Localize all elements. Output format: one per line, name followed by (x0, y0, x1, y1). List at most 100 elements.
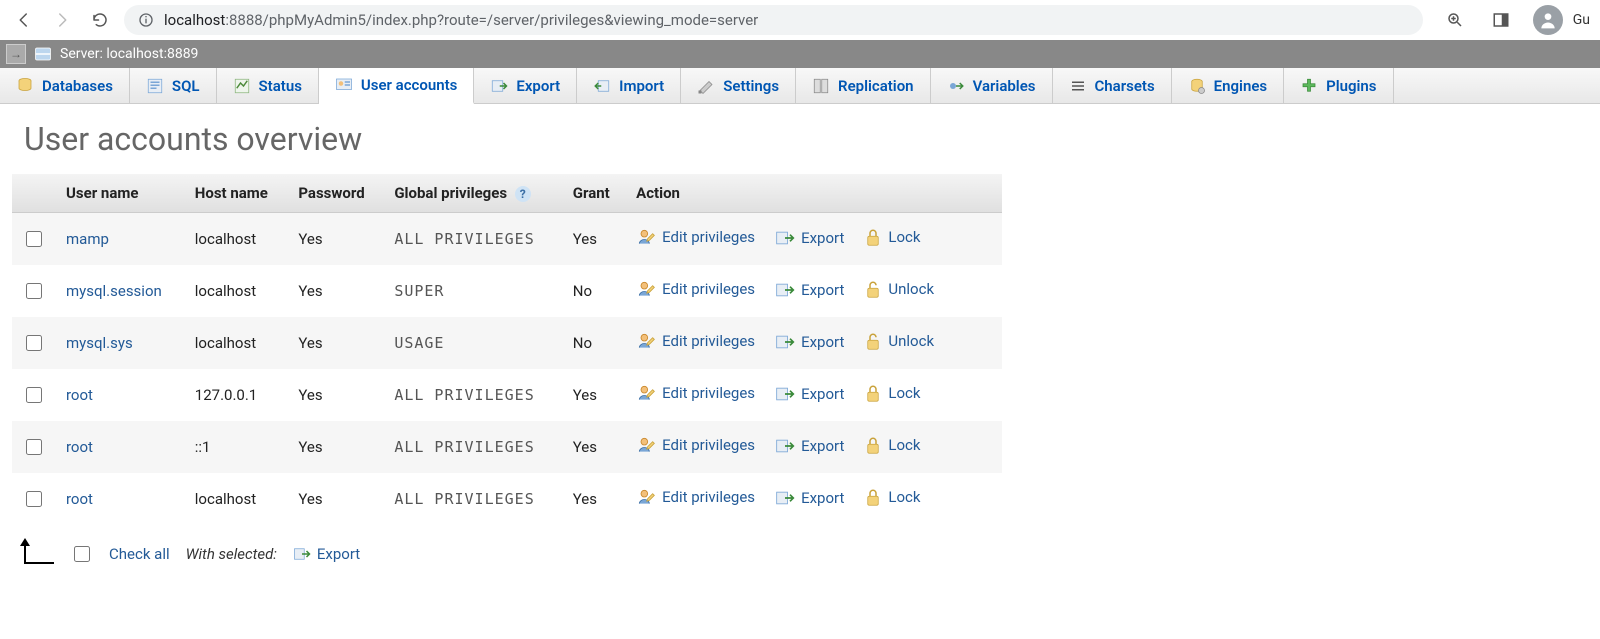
grant-cell: Yes (563, 473, 626, 525)
username-link[interactable]: mamp (66, 230, 109, 248)
sql-icon (146, 77, 164, 95)
export-icon (775, 229, 795, 247)
lock-user-link[interactable]: Lock (864, 383, 920, 403)
check-all-link[interactable]: Check all (109, 545, 170, 563)
server-label[interactable]: Server: localhost:8889 (60, 46, 198, 62)
help-icon[interactable]: ? (515, 186, 531, 202)
zoom-icon[interactable] (1441, 6, 1469, 34)
tab-variables[interactable]: Variables (931, 68, 1053, 103)
edit-privileges-link[interactable]: Edit privileges (636, 435, 755, 455)
col-grant[interactable]: Grant (563, 174, 626, 213)
tab-engines[interactable]: Engines (1172, 68, 1284, 103)
tab-plugins[interactable]: Plugins (1284, 68, 1393, 103)
username-link[interactable]: root (66, 490, 93, 508)
server-icon (34, 46, 52, 62)
export-user-link[interactable]: Export (775, 385, 844, 403)
row-checkbox[interactable] (26, 387, 42, 403)
check-all-checkbox[interactable] (74, 546, 90, 562)
edit-privileges-link[interactable]: Edit privileges (636, 331, 755, 351)
collapse-button[interactable]: → (6, 44, 26, 64)
export-user-link[interactable]: Export (775, 229, 844, 247)
row-checkbox[interactable] (26, 231, 42, 247)
tab-charsets[interactable]: Charsets (1053, 68, 1172, 103)
import-icon (593, 77, 611, 95)
export-icon (775, 333, 795, 351)
username-link[interactable]: root (66, 438, 93, 456)
privileges-cell: USAGE (384, 317, 562, 369)
export-icon (775, 385, 795, 403)
col-privileges[interactable]: Global privileges ? (384, 174, 562, 213)
row-checkbox[interactable] (26, 283, 42, 299)
settings-icon (697, 77, 715, 95)
privileges-cell: ALL PRIVILEGES (384, 473, 562, 525)
variables-icon (947, 77, 965, 95)
edit-privileges-icon (636, 279, 656, 299)
col-username[interactable]: User name (56, 174, 185, 213)
edit-privileges-link[interactable]: Edit privileges (636, 227, 755, 247)
table-row: root::1YesALL PRIVILEGESYesEdit privileg… (12, 421, 1002, 473)
row-checkbox[interactable] (26, 335, 42, 351)
edit-privileges-icon (636, 227, 656, 247)
col-checkbox (12, 174, 56, 213)
bulk-action-bar: Check all With selected: Export (24, 543, 1600, 565)
grant-cell: Yes (563, 369, 626, 421)
password-cell: Yes (288, 369, 384, 421)
url-bar[interactable]: localhost:8888/phpMyAdmin5/index.php?rou… (124, 5, 1423, 35)
lock-user-link[interactable]: Lock (864, 227, 920, 247)
lock-user-link[interactable]: Lock (864, 435, 920, 455)
lock-icon (864, 435, 882, 455)
side-panel-icon[interactable] (1487, 6, 1515, 34)
username-link[interactable]: mysql.sys (66, 334, 133, 352)
reload-button[interactable] (86, 6, 114, 34)
site-info-icon[interactable] (138, 12, 154, 28)
tab-databases[interactable]: Databases (0, 68, 130, 103)
table-row: mysql.sessionlocalhostYesSUPERNoEdit pri… (12, 265, 1002, 317)
edit-privileges-link[interactable]: Edit privileges (636, 383, 755, 403)
col-password[interactable]: Password (288, 174, 384, 213)
edit-privileges-link[interactable]: Edit privileges (636, 487, 755, 507)
lock-user-link[interactable]: Lock (864, 487, 920, 507)
row-checkbox[interactable] (26, 439, 42, 455)
username-link[interactable]: mysql.session (66, 282, 162, 300)
status-icon (233, 77, 251, 95)
password-cell: Yes (288, 421, 384, 473)
bulk-export-link[interactable]: Export (293, 545, 360, 563)
row-checkbox[interactable] (26, 491, 42, 507)
export-icon (490, 77, 508, 95)
username-link[interactable]: root (66, 386, 93, 404)
top-tabs: Databases SQL Status User accounts Expor… (0, 68, 1600, 104)
unlock-user-link[interactable]: Unlock (864, 331, 934, 351)
tab-replication[interactable]: Replication (796, 68, 931, 103)
unlock-user-link[interactable]: Unlock (864, 279, 934, 299)
tab-status[interactable]: Status (217, 68, 319, 103)
export-icon (775, 437, 795, 455)
tab-export[interactable]: Export (474, 68, 577, 103)
password-cell: Yes (288, 213, 384, 266)
page-title: User accounts overview (24, 120, 1600, 158)
export-user-link[interactable]: Export (775, 437, 844, 455)
export-icon (293, 546, 311, 562)
profile-avatar[interactable] (1533, 5, 1563, 35)
tab-sql[interactable]: SQL (130, 68, 217, 103)
grant-cell: Yes (563, 213, 626, 266)
export-user-link[interactable]: Export (775, 281, 844, 299)
export-icon (775, 281, 795, 299)
charsets-icon (1069, 77, 1087, 95)
export-user-link[interactable]: Export (775, 333, 844, 351)
export-user-link[interactable]: Export (775, 489, 844, 507)
grant-cell: No (563, 265, 626, 317)
host-cell: localhost (185, 265, 289, 317)
host-cell: localhost (185, 473, 289, 525)
forward-button[interactable] (48, 6, 76, 34)
lock-icon (864, 331, 882, 351)
host-cell: 127.0.0.1 (185, 369, 289, 421)
table-row: root127.0.0.1YesALL PRIVILEGESYesEdit pr… (12, 369, 1002, 421)
tab-user-accounts[interactable]: User accounts (319, 68, 474, 104)
tab-settings[interactable]: Settings (681, 68, 796, 103)
with-selected-label: With selected: (186, 545, 277, 563)
edit-privileges-link[interactable]: Edit privileges (636, 279, 755, 299)
table-row: mysql.syslocalhostYesUSAGENoEdit privile… (12, 317, 1002, 369)
back-button[interactable] (10, 6, 38, 34)
tab-import[interactable]: Import (577, 68, 681, 103)
col-hostname[interactable]: Host name (185, 174, 289, 213)
